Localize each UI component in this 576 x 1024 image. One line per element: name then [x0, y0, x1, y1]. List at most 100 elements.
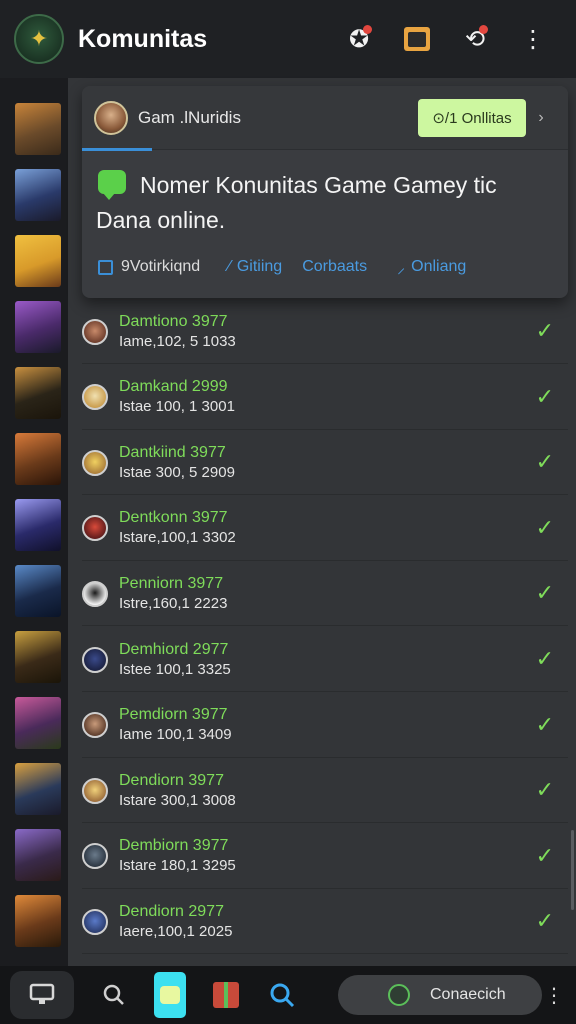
home-button[interactable]	[10, 971, 74, 1019]
member-stats: Iaere,100,1 2025	[119, 922, 233, 940]
chat-tab-button[interactable]	[142, 971, 198, 1019]
check-icon[interactable]: ✓	[536, 385, 554, 410]
member-name: Dentkonn 3977	[119, 509, 228, 527]
link-corbaats[interactable]: Corbaats	[302, 258, 367, 276]
row-text: Penniorn 3977 Istre,160,1 2223	[119, 574, 227, 614]
notification-dot	[479, 25, 488, 34]
list-item[interactable]: Dendiorn 3977 Istare 300,1 3008 ✓	[82, 759, 568, 824]
checkbox-label[interactable]: 9Votirkiqnd	[121, 258, 200, 276]
member-name: Damtiono 3977	[119, 312, 228, 330]
list-item[interactable]: Penniorn 3977 Istre,160,1 2223 ✓	[82, 562, 568, 627]
connect-button[interactable]: Conaecich	[338, 975, 542, 1015]
check-icon[interactable]: ✓	[536, 516, 554, 541]
avatar	[82, 908, 108, 935]
row-text: Damtiono 3977 Iame,102, 5 1033	[119, 312, 236, 352]
checkbox[interactable]	[98, 259, 113, 275]
check-icon[interactable]: ✓	[536, 909, 554, 934]
member-name: Demhiord 2977	[119, 640, 229, 658]
page-title: Komunitas	[78, 24, 208, 53]
member-name: Dembiorn 3977	[119, 837, 229, 855]
ninja-icon[interactable]: ✪	[330, 15, 388, 63]
game-thumbnail[interactable]	[15, 235, 61, 287]
list-item[interactable]: Dembiorn 3977 Istare 180,1 3295 ✓	[82, 825, 568, 889]
list-item[interactable]: Dentkonn 3977 Istare,100,1 3302 ✓	[82, 497, 568, 561]
member-stats: Istae 300, 5 2909	[119, 463, 235, 481]
link-gitiing[interactable]: Gitiing	[237, 258, 282, 276]
notification-dot	[363, 25, 372, 34]
game-thumbnail[interactable]	[15, 565, 61, 617]
more-icon[interactable]: ⋮	[542, 983, 566, 1007]
game-thumbnail[interactable]	[15, 169, 61, 221]
monitor-icon	[29, 983, 55, 1004]
separator-icon: ⸝	[397, 260, 406, 277]
list-item[interactable]: Dantkiind 3977 Istae 300, 5 2909 ✓	[82, 431, 568, 496]
row-text: Damkand 2999 Istae 100, 1 3001	[119, 377, 235, 417]
check-icon[interactable]: ✓	[536, 319, 554, 344]
avatar	[82, 580, 108, 607]
list-item[interactable]: Damtiono 3977 Iame,102, 5 1033 ✓	[82, 300, 568, 364]
popup-header: Gam .lNuridis ⊙/1 Onllitas ›	[82, 86, 568, 151]
list-item[interactable]: Demhiord 2977 Istee 100,1 3325 ✓	[82, 628, 568, 692]
check-icon[interactable]: ✓	[536, 581, 554, 606]
avatar	[82, 646, 108, 673]
list-item[interactable]: Pemdiorn 3977 Iame 100,1 3409 ✓	[82, 694, 568, 758]
game-thumbnail[interactable]	[15, 301, 61, 353]
tv-icon[interactable]	[388, 15, 446, 63]
link-onliang[interactable]: Onliang	[411, 258, 466, 276]
gift-button[interactable]	[198, 971, 254, 1019]
popup-message: Nomer Konunitas Game Gamey tic Dana onli…	[96, 168, 554, 238]
game-thumbnail[interactable]	[15, 895, 61, 947]
member-name: Pemdiorn 3977	[119, 706, 228, 724]
check-icon[interactable]: ✓	[536, 713, 554, 738]
separator-icon: ⁄	[228, 258, 231, 275]
avatar	[82, 384, 108, 411]
game-thumbnail[interactable]	[15, 829, 61, 881]
message-line-1: Nomer Konunitas Game Gamey tic	[140, 172, 497, 198]
member-name: Penniorn 3977	[119, 574, 224, 592]
check-icon[interactable]: ✓	[536, 450, 554, 475]
popup-title: Gam .lNuridis	[138, 107, 241, 127]
member-stats: Istae 100, 1 3001	[119, 398, 235, 416]
avatar	[82, 843, 108, 870]
game-thumbnail[interactable]	[15, 103, 61, 155]
member-stats: Istee 100,1 3325	[119, 660, 231, 678]
game-thumbnail[interactable]	[15, 631, 61, 683]
row-text: Dembiorn 3977 Istare 180,1 3295	[119, 836, 236, 876]
popup-links: 9Votirkiqnd ⁄ Gitiing Corbaats ⸝ Onliang	[98, 256, 554, 278]
connect-label: Conaecich	[430, 986, 506, 1003]
game-thumbnail[interactable]	[15, 367, 61, 419]
row-text: Dentkonn 3977 Istare,100,1 3302	[119, 508, 236, 548]
online-button[interactable]: ⊙/1 Onllitas	[418, 98, 526, 137]
row-text: Demhiord 2977 Istee 100,1 3325	[119, 640, 231, 680]
row-text: Dendiorn 3977 Istare 300,1 3008	[119, 771, 236, 811]
member-name: Dantkiind 3977	[119, 443, 226, 461]
game-thumbnail[interactable]	[15, 433, 61, 485]
game-thumbnail[interactable]	[15, 763, 61, 815]
list-item[interactable]: Dendiorn 2977 Iaere,100,1 2025 ✓	[82, 890, 568, 955]
chat-bubble-icon	[98, 170, 126, 200]
game-controller-icon[interactable]: ✦	[14, 14, 64, 64]
share-icon[interactable]: ⟲	[446, 15, 504, 63]
avatar	[82, 777, 108, 804]
game-thumbnail[interactable]	[15, 697, 61, 749]
avatar[interactable]	[94, 100, 128, 135]
popup-message-text: Nomer Konunitas Game Gamey tic Dana onli…	[96, 168, 497, 238]
game-thumbnail[interactable]	[15, 499, 61, 551]
message-line-2: Dana online.	[96, 207, 226, 233]
avatar	[82, 712, 108, 739]
discover-button[interactable]	[254, 971, 310, 1019]
app-header: ✦ Komunitas ✪ ⟲ ⋮	[0, 0, 576, 78]
row-text: Dendiorn 2977 Iaere,100,1 2025	[119, 902, 232, 942]
header-actions: ✪ ⟲ ⋮	[330, 15, 562, 63]
check-icon[interactable]: ✓	[536, 778, 554, 803]
check-icon[interactable]: ✓	[536, 647, 554, 672]
member-stats: Istare 180,1 3295	[119, 857, 236, 875]
avatar	[82, 318, 108, 345]
list-item[interactable]: Damkand 2999 Istae 100, 1 3001 ✓	[82, 366, 568, 430]
check-icon[interactable]: ✓	[536, 844, 554, 869]
member-name: Dendiorn 2977	[119, 902, 224, 920]
search-icon[interactable]	[86, 971, 142, 1019]
scrollbar[interactable]	[571, 830, 574, 910]
chevron-right-icon[interactable]: ›	[526, 109, 556, 127]
more-icon[interactable]: ⋮	[504, 15, 562, 63]
